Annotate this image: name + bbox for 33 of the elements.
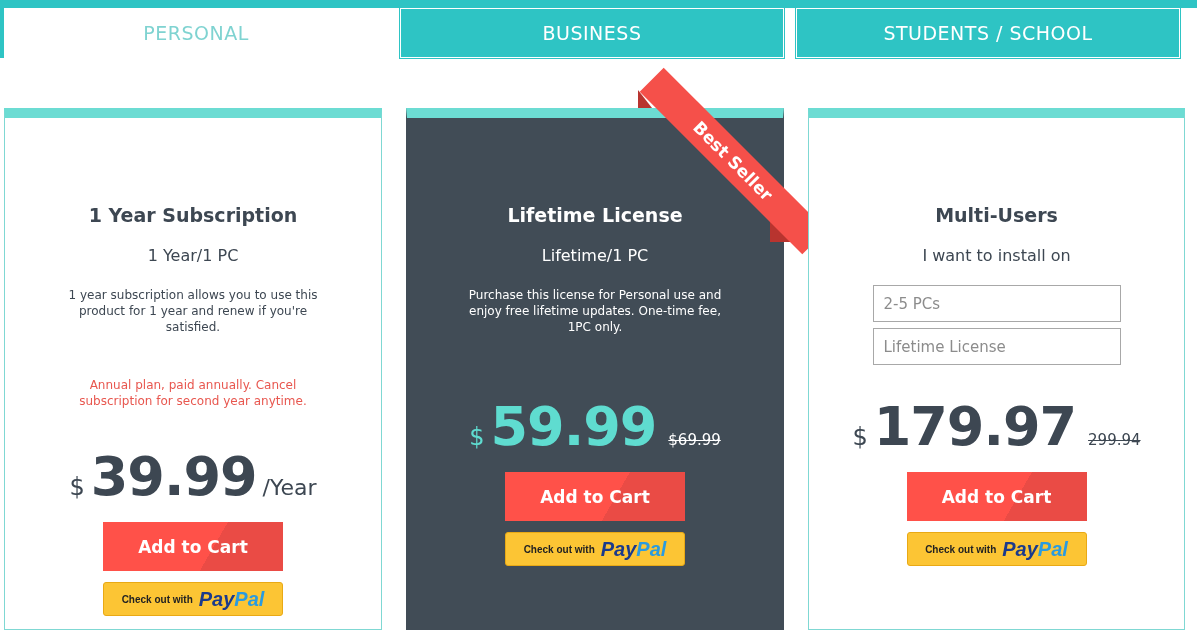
paypal-checkout-button[interactable]: Check out with PayPal	[505, 532, 685, 566]
paypal-logo: PayPal	[1002, 537, 1068, 561]
paypal-prefix: Check out with	[523, 543, 595, 555]
plan-title: Multi-Users	[935, 204, 1058, 226]
plan-subtitle: 1 Year/1 PC	[147, 246, 239, 265]
add-to-cart-button[interactable]: Add to Cart	[906, 472, 1087, 521]
price-amount: 39.99	[90, 445, 257, 508]
paypal-prefix: Check out with	[925, 543, 997, 555]
paypal-logo: PayPal	[198, 587, 265, 611]
plan-description: 1 year subscription allows you to use this product for 1 year and renew if you're satisfied.	[67, 287, 319, 335]
paypal-checkout-button[interactable]: Check out with PayPal	[103, 582, 283, 616]
tab[interactable]: STUDENTS / SCHOOL	[796, 8, 1180, 58]
currency-sign: $	[69, 473, 85, 501]
plan-subtitle: I want to install on	[922, 246, 1071, 265]
price-period: /Year	[262, 475, 317, 500]
old-price: 299.94	[1088, 431, 1141, 449]
paypal-prefix: Check out with	[121, 593, 193, 605]
price-amount: 179.97	[873, 395, 1077, 458]
plan-title: 1 Year Subscription	[88, 204, 298, 226]
old-price: $69.99	[668, 431, 721, 449]
plan-description: Purchase this license for Personal use and enjoy free lifetime updates. One-time fee, 1PC only.	[467, 287, 723, 335]
add-to-cart-button[interactable]: Add to Cart	[103, 522, 283, 571]
price-amount: 59.99	[490, 395, 657, 458]
paypal-checkout-button[interactable]: Check out with PayPal	[906, 532, 1087, 566]
select-field[interactable]: 2-5 PCs	[872, 285, 1121, 322]
select-field[interactable]: Lifetime License	[872, 328, 1121, 365]
paypal-logo: PayPal	[600, 537, 667, 561]
ribbon-fold	[638, 90, 652, 108]
currency-sign: $	[469, 423, 485, 451]
add-to-cart-button[interactable]: Add to Cart	[505, 472, 685, 521]
tab[interactable]: BUSINESS	[400, 8, 784, 58]
plan-note: Annual plan, paid annually. Cancel subscription for second year anytime.	[78, 377, 308, 409]
currency-sign: $	[852, 423, 868, 451]
